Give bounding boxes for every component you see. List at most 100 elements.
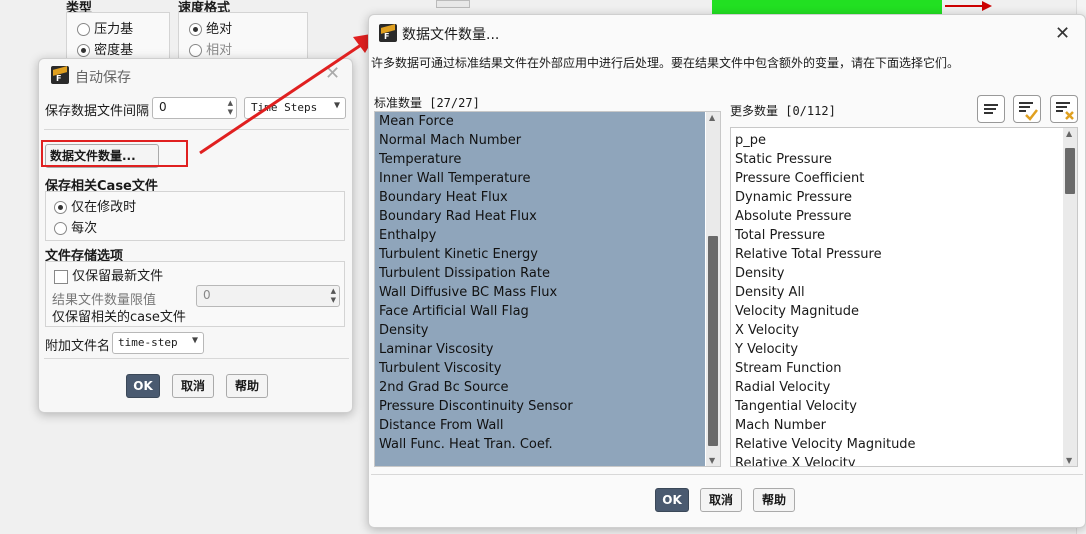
list-item[interactable]: Total Pressure	[731, 226, 1061, 245]
list-item[interactable]: Inner Wall Temperature	[375, 169, 705, 188]
list-check-icon	[1019, 102, 1038, 121]
radio-case-each[interactable]: 每次	[54, 217, 97, 236]
case-group: 仅在修改时 每次	[45, 191, 345, 241]
keep-latest-checkbox[interactable]: 仅保留最新文件	[54, 265, 163, 284]
radio-icon	[54, 222, 67, 235]
list-clear-icon	[1056, 102, 1074, 120]
list-item[interactable]: Relative X Velocity	[731, 454, 1061, 466]
arrow-head	[982, 1, 992, 11]
list-item[interactable]: Velocity Magnitude	[731, 302, 1061, 321]
list-item[interactable]: Density	[375, 321, 705, 340]
dialog-title: 自动保存	[75, 70, 131, 86]
list-item[interactable]: Stream Function	[731, 359, 1061, 378]
type-group: 压力基 密度基	[66, 12, 170, 60]
list-item[interactable]: Y Velocity	[731, 340, 1061, 359]
scroll-down-icon[interactable]: ▼	[709, 456, 715, 465]
standard-list-items: Mean Force Normal Mach Number Temperature I…	[375, 112, 705, 466]
list-item[interactable]: Mean Force	[375, 112, 705, 131]
description-text: 许多数据可通过标准结果文件在外部应用中进行后处理。要在结果文件中包含额外的变量，…	[371, 56, 960, 70]
radio-icon	[77, 23, 90, 36]
standard-scrollbar[interactable]: ▲ ▼	[706, 112, 720, 466]
list-item[interactable]: Wall Func. Heat Tran. Coef.	[375, 435, 705, 454]
additional-list-items: p_pe Static Pressure Pressure Coefficient D…	[731, 128, 1061, 466]
list-item[interactable]: Turbulent Viscosity	[375, 359, 705, 378]
radio-density[interactable]: 密度基	[77, 39, 133, 58]
list-item[interactable]: Relative Total Pressure	[731, 245, 1061, 264]
interval-value: 0	[159, 100, 167, 114]
highlight-box	[41, 140, 188, 167]
cancel-button[interactable]: 取消	[700, 488, 742, 512]
append-value: time-step	[118, 336, 178, 349]
chevron-down-icon: ▼	[191, 335, 198, 346]
standard-quantities-list[interactable]: Mean Force Normal Mach Number Temperature I…	[374, 111, 721, 467]
radio-label: 每次	[71, 221, 98, 236]
standard-quantities-label: 标准数量 [27/27]	[374, 96, 480, 110]
radio-label: 仅在修改时	[71, 200, 137, 215]
append-label: 附加文件名	[45, 339, 111, 354]
arrow-line	[945, 5, 985, 7]
list-item[interactable]: Turbulent Kinetic Energy	[375, 245, 705, 264]
radio-label: 压力基	[94, 22, 134, 37]
list-item[interactable]: Wall Diffusive BC Mass Flux	[375, 283, 705, 302]
scroll-thumb[interactable]	[708, 236, 718, 446]
list-item[interactable]: Density	[731, 264, 1061, 283]
max-files-value: 0	[203, 288, 211, 302]
additional-quantities-label: 更多数量 [0/112]	[730, 104, 836, 118]
callout-arrow-icon	[199, 33, 377, 155]
clear-all-button[interactable]	[1050, 95, 1078, 123]
keep-case-label: 仅保留相关的case文件	[52, 310, 186, 325]
radio-icon	[54, 201, 67, 214]
list-item[interactable]: Tangential Velocity	[731, 397, 1061, 416]
list-item[interactable]: Turbulent Dissipation Rate	[375, 264, 705, 283]
list-item[interactable]: Radial Velocity	[731, 378, 1061, 397]
app-logo-icon	[51, 66, 69, 84]
list-item[interactable]: Normal Mach Number	[375, 131, 705, 150]
ok-button[interactable]: OK	[655, 488, 689, 512]
check-all-button[interactable]	[1013, 95, 1041, 123]
list-item[interactable]: Mach Number	[731, 416, 1061, 435]
checkbox-label: 仅保留最新文件	[72, 269, 164, 284]
storage-group: 仅保留最新文件 结果文件数量限值 0 ▲ ▼ 仅保留相关的case文件	[45, 261, 345, 327]
list-item[interactable]: Boundary Rad Heat Flux	[375, 207, 705, 226]
append-select[interactable]: time-step ▼	[112, 332, 204, 354]
scroll-up-icon[interactable]: ▲	[709, 113, 715, 122]
list-item[interactable]: Relative Velocity Magnitude	[731, 435, 1061, 454]
scroll-thumb[interactable]	[1065, 148, 1075, 194]
radio-pressure[interactable]: 压力基	[77, 18, 133, 37]
cancel-button[interactable]: 取消	[172, 374, 214, 398]
list-item[interactable]: Pressure Coefficient	[731, 169, 1061, 188]
list-item[interactable]: Density All	[731, 283, 1061, 302]
list-item[interactable]: Laminar Viscosity	[375, 340, 705, 359]
help-button[interactable]: 帮助	[753, 488, 795, 512]
list-item[interactable]: Distance From Wall	[375, 416, 705, 435]
scroll-down-icon[interactable]: ▼	[1066, 456, 1072, 465]
scroll-up-icon[interactable]: ▲	[1066, 129, 1072, 138]
list-item[interactable]: Face Artificial Wall Flag	[375, 302, 705, 321]
divider	[371, 474, 1083, 475]
list-icon	[984, 104, 998, 114]
mesh-preview	[712, 0, 942, 14]
list-item[interactable]: p_pe	[731, 131, 1061, 150]
radio-label: 密度基	[94, 43, 134, 58]
list-item[interactable]: X Velocity	[731, 321, 1061, 340]
list-item[interactable]: Enthalpy	[375, 226, 705, 245]
spin-arrows-icon[interactable]: ▲ ▼	[331, 287, 336, 305]
app-logo-icon	[379, 24, 397, 42]
list-item[interactable]: Pressure Discontinuity Sensor	[375, 397, 705, 416]
list-item[interactable]: Absolute Pressure	[731, 207, 1061, 226]
list-item[interactable]: Temperature	[375, 150, 705, 169]
additional-scrollbar[interactable]: ▲ ▼	[1063, 128, 1077, 466]
select-all-button[interactable]	[977, 95, 1005, 123]
list-item[interactable]: 2nd Grad Bc Source	[375, 378, 705, 397]
max-files-input[interactable]: 0 ▲ ▼	[196, 285, 340, 307]
additional-quantities-list[interactable]: p_pe Static Pressure Pressure Coefficient D…	[730, 127, 1078, 467]
list-item[interactable]: Boundary Heat Flux	[375, 188, 705, 207]
interval-label: 保存数据文件间隔	[45, 104, 150, 119]
list-item[interactable]: Static Pressure	[731, 150, 1061, 169]
ok-button[interactable]: OK	[126, 374, 160, 398]
close-icon[interactable]: ✕	[1055, 23, 1070, 44]
list-item[interactable]: Dynamic Pressure	[731, 188, 1061, 207]
help-button[interactable]: 帮助	[226, 374, 268, 398]
quantities-dialog: 数据文件数量... ✕ 许多数据可通过标准结果文件在外部应用中进行后处理。要在结…	[368, 14, 1086, 528]
radio-case-modified[interactable]: 仅在修改时	[54, 196, 136, 215]
